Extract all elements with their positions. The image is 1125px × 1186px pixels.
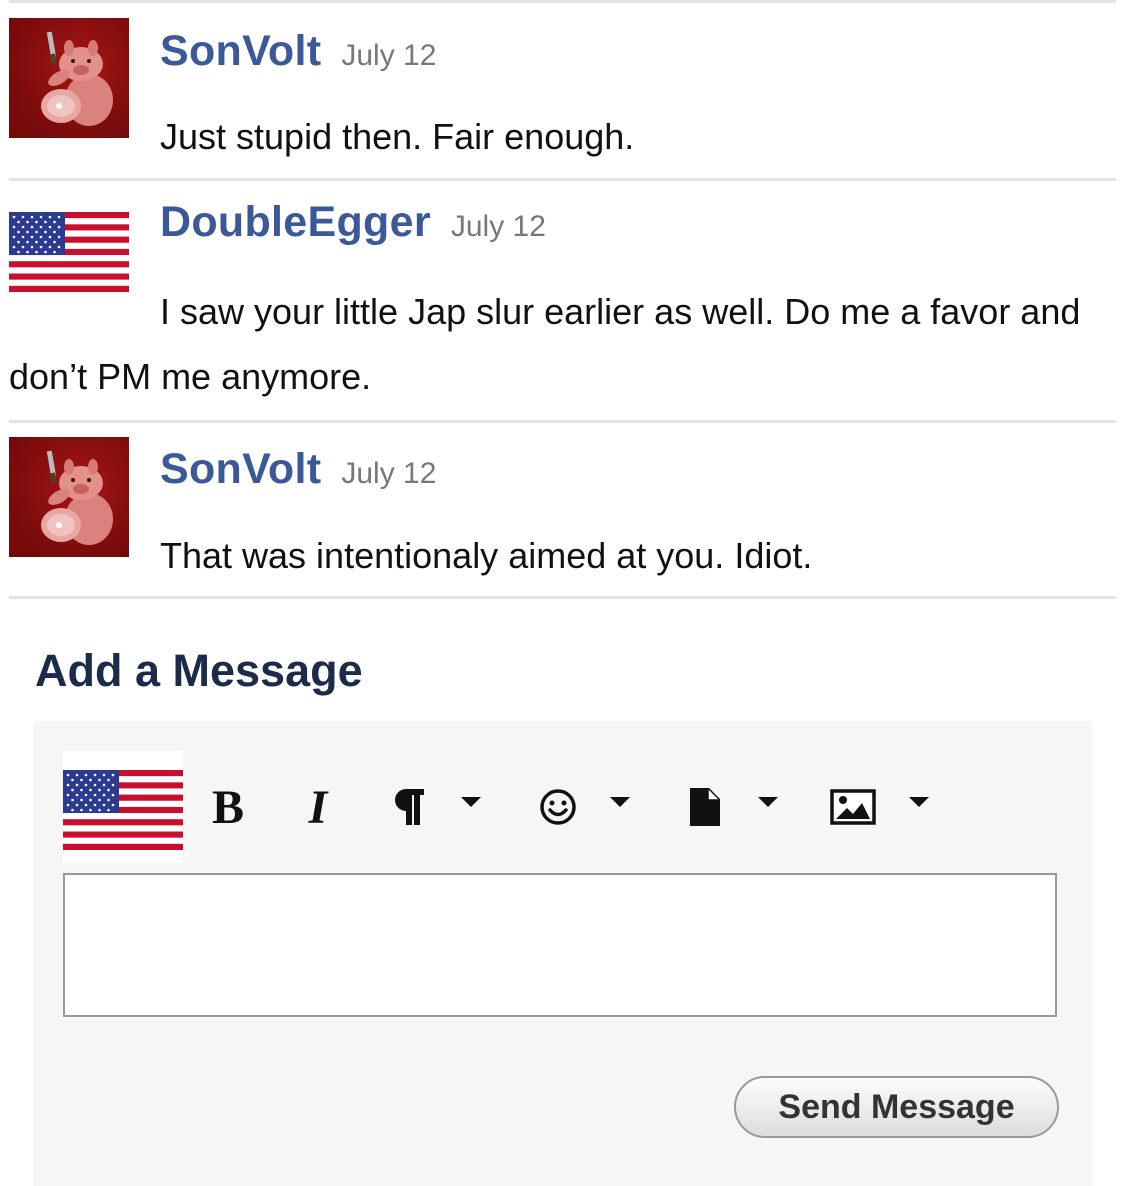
send-message-button[interactable]: Send Message bbox=[734, 1076, 1059, 1138]
paragraph-icon bbox=[395, 789, 424, 825]
message-date: July 12 bbox=[450, 210, 546, 243]
chevron-down-icon[interactable] bbox=[610, 797, 630, 807]
image-button[interactable] bbox=[829, 779, 877, 835]
avatar[interactable] bbox=[9, 18, 129, 138]
message-date: July 12 bbox=[341, 457, 437, 490]
file-button[interactable] bbox=[687, 779, 723, 835]
chevron-down-icon[interactable] bbox=[461, 797, 481, 807]
pig-avatar-icon bbox=[9, 437, 129, 557]
add-message-title: Add a Message bbox=[35, 645, 363, 696]
author-link[interactable]: SonVolt bbox=[160, 445, 321, 493]
emoji-icon bbox=[540, 789, 576, 825]
pig-avatar-icon bbox=[9, 18, 129, 138]
file-icon bbox=[690, 788, 720, 826]
italic-button[interactable]: I bbox=[293, 779, 343, 835]
bold-button[interactable]: B bbox=[203, 779, 253, 835]
message-item: SonVolt July 12 That was intentionaly aim… bbox=[9, 423, 1116, 596]
us-flag-avatar-icon bbox=[63, 770, 183, 850]
message-date: July 12 bbox=[341, 39, 437, 72]
divider bbox=[9, 596, 1116, 599]
message-item: SonVolt July 12 Just stupid then. Fair en… bbox=[9, 3, 1116, 178]
compose-panel: B I Send Message bbox=[33, 721, 1092, 1186]
chevron-down-icon[interactable] bbox=[758, 797, 778, 807]
message-text: That was intentionaly aimed at you. Idio… bbox=[160, 535, 813, 576]
author-link[interactable]: DoubleEgger bbox=[160, 198, 431, 246]
image-icon bbox=[830, 789, 876, 825]
author-link[interactable]: SonVolt bbox=[160, 27, 321, 75]
paragraph-button[interactable] bbox=[389, 779, 429, 835]
chevron-down-icon[interactable] bbox=[909, 797, 929, 807]
avatar[interactable] bbox=[9, 437, 129, 557]
user-avatar bbox=[63, 751, 183, 863]
editor-toolbar: B I bbox=[63, 751, 1063, 863]
message-input[interactable] bbox=[63, 873, 1057, 1017]
emoji-button[interactable] bbox=[536, 779, 580, 835]
message-thread: SonVolt July 12 Just stupid then. Fair en… bbox=[9, 0, 1116, 599]
message-item: DoubleEgger July 12 I saw your little Jap… bbox=[9, 181, 1116, 420]
message-text: I saw your little Jap slur earlier as we… bbox=[9, 291, 1081, 397]
message-text: Just stupid then. Fair enough. bbox=[160, 116, 635, 157]
